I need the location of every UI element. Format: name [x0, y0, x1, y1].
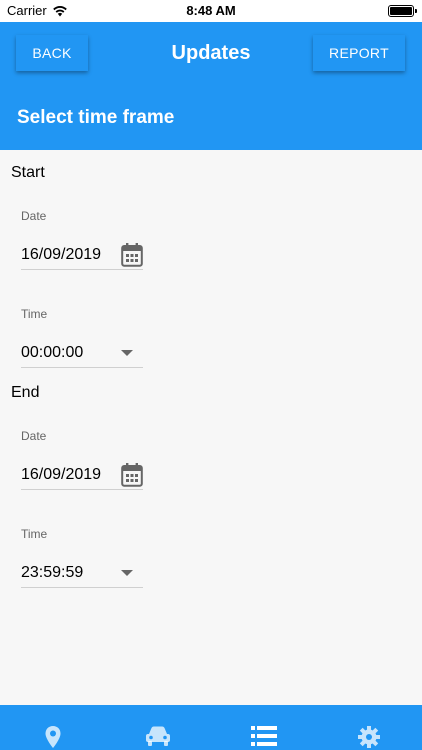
- battery-icon: [388, 5, 417, 17]
- end-date-label: Date: [21, 429, 47, 443]
- nav-vehicles[interactable]: [143, 725, 173, 749]
- chevron-down-icon: [121, 349, 133, 356]
- gear-icon: [358, 726, 380, 748]
- nav-updates[interactable]: [249, 725, 279, 749]
- car-icon: [146, 726, 170, 746]
- calendar-icon[interactable]: [121, 242, 143, 267]
- end-date-field[interactable]: 16/09/2019: [21, 460, 143, 490]
- end-section-label: End: [11, 384, 40, 401]
- app-header: BACK Updates REPORT Select time frame: [0, 22, 422, 150]
- status-bar: Carrier 8:48 AM: [0, 0, 422, 22]
- list-icon: [251, 726, 277, 746]
- status-time: 8:48 AM: [186, 3, 236, 18]
- end-time-select[interactable]: 23:59:59: [21, 558, 143, 588]
- nav-settings[interactable]: [354, 725, 384, 749]
- start-date-field[interactable]: 16/09/2019: [21, 240, 143, 270]
- map-pin-icon: [45, 726, 61, 748]
- calendar-icon[interactable]: [121, 462, 143, 487]
- nav-map[interactable]: [38, 725, 68, 749]
- bottom-nav: [0, 705, 422, 750]
- start-section-label: Start: [11, 164, 45, 181]
- end-time-label: Time: [21, 527, 48, 541]
- start-date-label: Date: [21, 209, 47, 223]
- start-time-value: 00:00:00: [21, 343, 84, 361]
- end-date-value: 16/09/2019: [21, 465, 102, 483]
- start-time-select[interactable]: 00:00:00: [21, 338, 143, 368]
- report-button[interactable]: REPORT: [313, 35, 405, 71]
- page-subtitle: Select time frame: [17, 107, 175, 128]
- start-time-label: Time: [21, 307, 48, 321]
- start-date-value: 16/09/2019: [21, 245, 102, 263]
- chevron-down-icon: [121, 569, 133, 576]
- end-time-value: 23:59:59: [21, 563, 84, 581]
